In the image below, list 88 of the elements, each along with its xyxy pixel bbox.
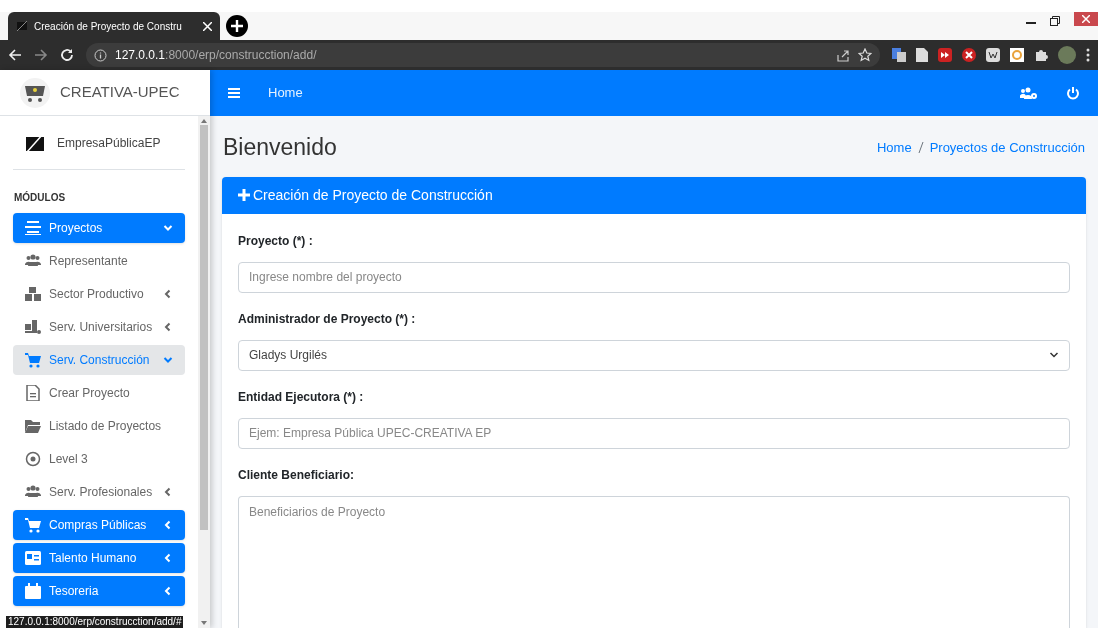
puzzle-icon[interactable] xyxy=(1034,48,1048,62)
breadcrumb-separator-icon xyxy=(917,141,924,153)
module-menu-item[interactable]: Talento Humano xyxy=(13,543,185,573)
text-area[interactable]: Beneficiarios de Proyecto xyxy=(238,495,1070,628)
address-bar[interactable]: 127.0.0.1:8000/erp/construcction/add/ xyxy=(86,43,880,67)
field-label: Entidad Ejecutora (*) : xyxy=(238,388,365,406)
calendar-icon xyxy=(25,583,41,599)
new-tab-icon[interactable] xyxy=(226,15,248,37)
home-link[interactable]: Home xyxy=(268,83,303,103)
forward-arrow-icon[interactable] xyxy=(34,48,48,62)
scroll-up-icon[interactable] xyxy=(201,119,207,123)
menu-icon[interactable] xyxy=(228,87,240,99)
menu-label: Proyectos xyxy=(49,220,104,237)
boxes-icon xyxy=(25,286,41,302)
users-icon xyxy=(25,484,41,500)
close-icon[interactable] xyxy=(203,21,212,31)
blocked-icon[interactable] xyxy=(962,48,976,62)
translate-icon[interactable] xyxy=(892,48,906,62)
browser-tab[interactable]: Creación de Proyecto de Constru xyxy=(8,12,220,40)
users-gear-icon[interactable] xyxy=(1020,86,1038,100)
users-icon xyxy=(25,253,41,269)
fast-forward-icon[interactable] xyxy=(938,48,952,62)
profile-avatar-icon[interactable] xyxy=(1058,46,1076,64)
menu-label: Level 3 xyxy=(49,451,89,468)
field-label: Cliente Beneficiario: xyxy=(238,466,356,484)
info-icon xyxy=(94,48,107,62)
power-icon[interactable] xyxy=(1066,86,1080,100)
menu-link[interactable]: Level 3 xyxy=(13,444,185,474)
submenu-item[interactable]: Sector Productivo xyxy=(13,279,185,309)
menu-label: Serv. Profesionales xyxy=(49,484,154,501)
brand-name[interactable]: CREATIVA-UPEC xyxy=(60,81,180,104)
url-text: 127.0.0.1:8000/erp/construcction/add/ xyxy=(115,47,317,64)
close-window-button[interactable] xyxy=(1074,12,1098,26)
menu-label: Sector Productivo xyxy=(49,286,145,303)
field-label: Proyecto (*) : xyxy=(238,232,314,250)
tab-title: Creación de Proyecto de Constru xyxy=(34,19,183,34)
cart-logo-icon xyxy=(20,77,50,108)
module-menu-item[interactable]: Tesoreria xyxy=(13,576,185,606)
w-letter-icon[interactable] xyxy=(986,48,1000,62)
user-name[interactable]: EmpresaPúblicaEP xyxy=(57,133,161,152)
menu-label: Tesoreria xyxy=(49,583,100,600)
list-icon xyxy=(25,220,41,236)
color-circle-icon[interactable] xyxy=(1010,48,1024,62)
menu-label: Listado de Proyectos xyxy=(49,418,163,435)
chevron-down-icon xyxy=(1049,351,1059,359)
card-title: Creación de Proyecto de Construcción xyxy=(253,185,493,205)
restore-icon[interactable] xyxy=(1050,16,1060,26)
select-field[interactable]: Gladys Urgilés xyxy=(238,339,1070,371)
text-field[interactable]: Ingrese nombre del proyecto xyxy=(238,261,1070,293)
module-menu-item[interactable]: Proyectos xyxy=(13,213,185,243)
menu-label: Compras Públicas xyxy=(49,517,148,534)
document-icon[interactable] xyxy=(916,48,928,62)
close-icon xyxy=(1082,15,1090,23)
menu-label: Talento Humano xyxy=(49,550,138,567)
cart-icon xyxy=(25,517,41,533)
menu-label: Serv. Universitarios xyxy=(49,319,154,336)
document-icon xyxy=(25,385,41,401)
menu-label: Representante xyxy=(49,253,129,270)
submenu-item[interactable]: Serv. Construcción xyxy=(13,345,185,375)
menu-label: Serv. Construcción xyxy=(49,352,151,369)
dolly-icon xyxy=(25,319,41,335)
radio-dot-icon xyxy=(25,451,41,467)
plus-icon xyxy=(237,188,251,202)
star-icon[interactable] xyxy=(858,48,872,62)
scrollbar-thumb[interactable] xyxy=(200,125,208,530)
breadcrumb-link[interactable]: Proyectos de Construcción xyxy=(929,137,1085,157)
folder-icon xyxy=(25,418,41,434)
field-label: Administrador de Proyecto (*) : xyxy=(238,310,417,328)
photo-off-icon xyxy=(16,20,28,32)
menu-link[interactable]: Listado de Proyectos xyxy=(13,411,185,441)
share-icon[interactable] xyxy=(837,48,850,62)
more-options-icon[interactable] xyxy=(1086,48,1090,62)
menu-link[interactable]: Representante xyxy=(13,246,185,276)
scroll-down-icon[interactable] xyxy=(201,621,207,625)
submenu-item[interactable]: Serv. Profesionales xyxy=(13,477,185,507)
page-title: Bienvenido xyxy=(223,133,337,162)
reload-icon[interactable] xyxy=(60,48,74,62)
menu-link[interactable]: Crear Proyecto xyxy=(13,378,185,408)
submenu-item[interactable]: Serv. Universitarios xyxy=(13,312,185,342)
section-heading: MÓDULOS xyxy=(13,190,67,205)
menu-label: Crear Proyecto xyxy=(49,385,131,402)
text-field[interactable]: Ejem: Empresa Pública UPEC-CREATIVA EP xyxy=(238,417,1070,449)
status-url-tooltip: 127.0.0.1:8000/erp/construcction/add/# xyxy=(6,616,184,628)
cart-icon xyxy=(25,352,41,368)
module-menu-item[interactable]: Compras Públicas xyxy=(13,510,185,540)
breadcrumb-link[interactable]: Home xyxy=(876,137,912,157)
id-card-icon xyxy=(25,550,41,566)
back-arrow-icon[interactable] xyxy=(8,48,22,62)
